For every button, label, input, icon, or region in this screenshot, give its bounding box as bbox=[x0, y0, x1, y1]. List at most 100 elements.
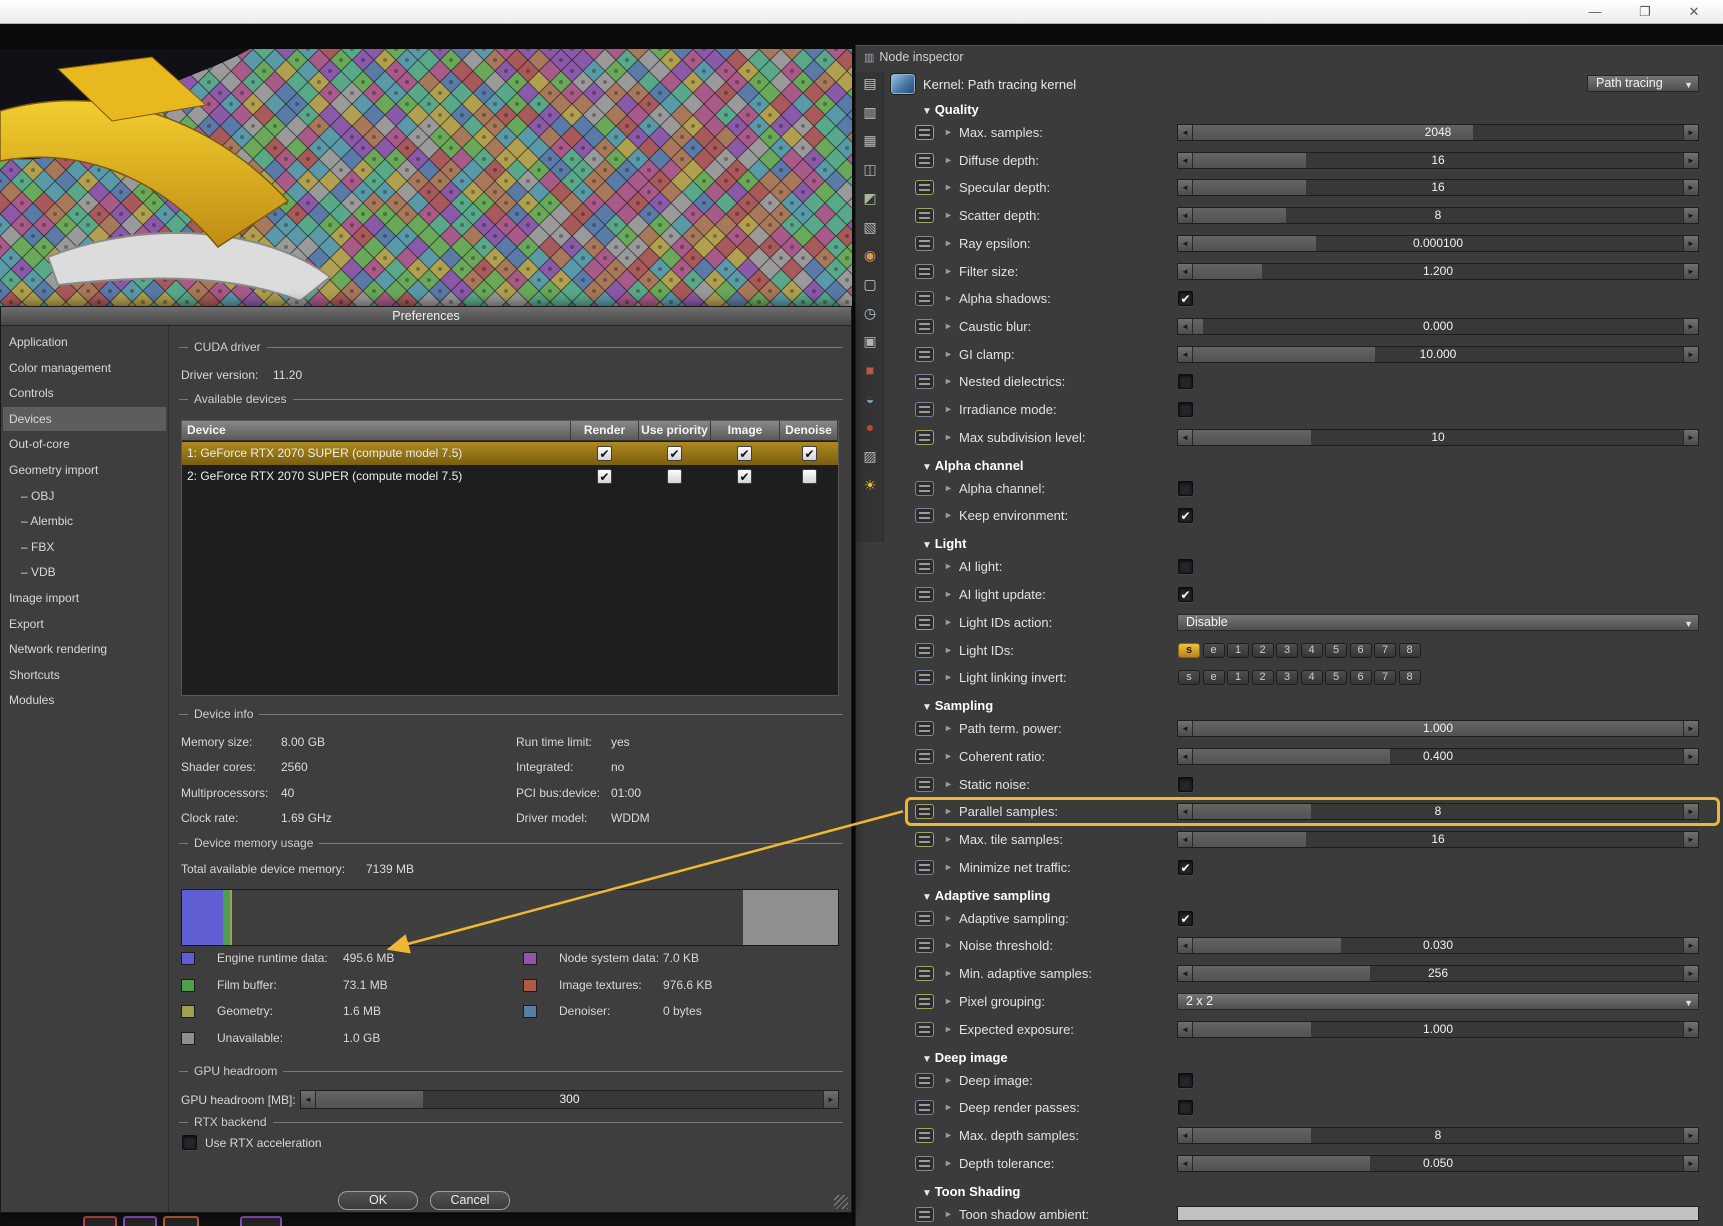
light-id-button-light-ids-5[interactable]: 5 bbox=[1325, 642, 1347, 658]
slider-path-term-power[interactable]: ◄ ► 1.000 bbox=[1177, 720, 1699, 738]
expander-icon[interactable]: ► bbox=[944, 182, 953, 192]
expander-icon[interactable]: ► bbox=[944, 561, 953, 571]
expander-icon[interactable]: ► bbox=[944, 968, 953, 978]
dropdown-light-ids-action[interactable]: Disable ▼ bbox=[1177, 613, 1699, 631]
node-pin-icon[interactable] bbox=[915, 429, 934, 445]
dialog-title[interactable]: Preferences bbox=[1, 307, 851, 326]
node-pin-icon[interactable] bbox=[915, 508, 934, 524]
node-pin-icon[interactable] bbox=[915, 1155, 934, 1171]
slider-decrement-arrow[interactable]: ◄ bbox=[1178, 804, 1193, 820]
light-id-button-light-ids-s[interactable]: s bbox=[1178, 642, 1200, 658]
expander-icon[interactable]: ► bbox=[944, 1158, 953, 1168]
resize-grip[interactable] bbox=[834, 1195, 848, 1209]
slider-increment-arrow[interactable]: ► bbox=[823, 1091, 838, 1108]
gpu-headroom-slider[interactable]: ◄ ► 300 bbox=[300, 1090, 839, 1109]
slider-increment-arrow[interactable]: ► bbox=[1683, 208, 1698, 224]
slider-filter-size[interactable]: ◄ ► 1.200 bbox=[1177, 262, 1699, 280]
sidebar-item-network-rendering[interactable]: Network rendering bbox=[3, 637, 166, 661]
node-pin-icon[interactable] bbox=[915, 180, 934, 196]
cancel-button[interactable]: Cancel bbox=[430, 1191, 510, 1210]
slider-increment-arrow[interactable]: ► bbox=[1683, 1021, 1698, 1037]
slider-decrement-arrow[interactable]: ◄ bbox=[1178, 721, 1193, 737]
expander-icon[interactable]: ► bbox=[944, 779, 953, 789]
slider-increment-arrow[interactable]: ► bbox=[1683, 180, 1698, 196]
section-header-sampling[interactable]: Sampling bbox=[922, 698, 994, 715]
section-header-adaptive-sampling[interactable]: Adaptive sampling bbox=[922, 888, 1051, 905]
slider-increment-arrow[interactable]: ► bbox=[1683, 429, 1698, 445]
node-pin-icon[interactable] bbox=[915, 235, 934, 251]
slider-decrement-arrow[interactable]: ◄ bbox=[1178, 1155, 1193, 1171]
device-image-checkbox[interactable]: ✔ bbox=[737, 469, 752, 484]
expander-icon[interactable]: ► bbox=[944, 127, 953, 137]
expander-icon[interactable]: ► bbox=[944, 404, 953, 414]
light-id-button-light-linking-invert-5[interactable]: 5 bbox=[1325, 670, 1347, 686]
slider-decrement-arrow[interactable]: ◄ bbox=[1178, 1021, 1193, 1037]
slider-coherent-ratio[interactable]: ◄ ► 0.400 bbox=[1177, 747, 1699, 765]
expander-icon[interactable]: ► bbox=[944, 483, 953, 493]
light-id-button-light-linking-invert-e[interactable]: e bbox=[1202, 670, 1225, 686]
light-id-button-light-ids-3[interactable]: 3 bbox=[1276, 642, 1298, 658]
expander-icon[interactable]: ► bbox=[944, 1102, 953, 1112]
slider-increment-arrow[interactable]: ► bbox=[1683, 938, 1698, 954]
node-pin-icon[interactable] bbox=[915, 208, 934, 224]
light-id-button-light-linking-invert-s[interactable]: s bbox=[1178, 670, 1200, 686]
column-header-render[interactable]: Render bbox=[571, 421, 639, 441]
ok-button[interactable]: OK bbox=[338, 1191, 418, 1210]
render-viewport[interactable] bbox=[0, 49, 852, 306]
close-button[interactable]: ✕ bbox=[1685, 0, 1703, 24]
minimize-button[interactable]: — bbox=[1586, 0, 1604, 24]
node-pin-icon[interactable] bbox=[915, 1100, 934, 1116]
slider-increment-arrow[interactable]: ► bbox=[1683, 152, 1698, 168]
slider-diffuse-depth[interactable]: ◄ ► 16 bbox=[1177, 151, 1699, 169]
node-pin-icon[interactable] bbox=[915, 993, 934, 1009]
sidebar-item-fbx[interactable]: FBX bbox=[3, 535, 166, 559]
slider-ray-epsilon[interactable]: ◄ ► 0.000100 bbox=[1177, 234, 1699, 252]
slider-max-tile-samples[interactable]: ◄ ► 16 bbox=[1177, 831, 1699, 848]
node-pin-icon[interactable] bbox=[915, 804, 934, 820]
slider-min-adaptive-samples[interactable]: ◄ ► 256 bbox=[1177, 965, 1699, 983]
node-pin-icon[interactable] bbox=[915, 614, 934, 630]
slider-decrement-arrow[interactable]: ◄ bbox=[1178, 346, 1193, 362]
slider-increment-arrow[interactable]: ► bbox=[1683, 748, 1698, 764]
node-pin-icon[interactable] bbox=[915, 938, 934, 954]
slider-increment-arrow[interactable]: ► bbox=[1683, 804, 1698, 820]
checkbox-deep-image[interactable] bbox=[1178, 1072, 1193, 1088]
slider-decrement-arrow[interactable]: ◄ bbox=[1178, 938, 1193, 954]
node-graph-node[interactable] bbox=[123, 1216, 157, 1226]
checkbox-ai-light-update[interactable]: ✔ bbox=[1178, 587, 1193, 603]
slider-increment-arrow[interactable]: ► bbox=[1683, 966, 1698, 982]
node-pin-icon[interactable] bbox=[915, 291, 934, 307]
device-denoise-checkbox[interactable] bbox=[802, 469, 817, 484]
expander-icon[interactable]: ► bbox=[944, 349, 953, 359]
light-id-button-light-linking-invert-1[interactable]: 1 bbox=[1227, 670, 1249, 686]
node-pin-icon[interactable] bbox=[915, 670, 934, 686]
node-graph-node[interactable] bbox=[83, 1216, 117, 1226]
slider-expected-exposure[interactable]: ◄ ► 1.000 bbox=[1177, 1020, 1699, 1038]
expander-icon[interactable]: ► bbox=[944, 510, 953, 520]
expander-icon[interactable]: ► bbox=[944, 806, 953, 816]
sidebar-item-alembic[interactable]: Alembic bbox=[3, 509, 166, 533]
slider-decrement-arrow[interactable]: ◄ bbox=[1178, 966, 1193, 982]
section-header-light[interactable]: Light bbox=[922, 536, 967, 553]
sidebar-item-devices[interactable]: Devices bbox=[3, 406, 166, 431]
checkbox-minimize-net-traffic[interactable]: ✔ bbox=[1178, 859, 1193, 875]
expander-icon[interactable]: ► bbox=[944, 996, 953, 1006]
slider-parallel-samples[interactable]: ◄ ► 8 bbox=[1177, 803, 1699, 821]
expander-icon[interactable]: ► bbox=[944, 210, 953, 220]
light-id-button-light-ids-e[interactable]: e bbox=[1202, 642, 1225, 658]
section-header-quality[interactable]: Quality bbox=[922, 102, 979, 119]
slider-decrement-arrow[interactable]: ◄ bbox=[1178, 318, 1193, 334]
expander-icon[interactable]: ► bbox=[944, 293, 953, 303]
column-header-denoise[interactable]: Denoise bbox=[780, 421, 838, 441]
light-id-button-light-ids-6[interactable]: 6 bbox=[1349, 642, 1372, 658]
slider-max-depth-samples[interactable]: ◄ ► 8 bbox=[1177, 1126, 1699, 1144]
light-id-button-light-linking-invert-2[interactable]: 2 bbox=[1251, 670, 1274, 686]
section-header-toon-shading[interactable]: Toon Shading bbox=[922, 1184, 1021, 1201]
color-swatch-toon-shadow-ambient[interactable] bbox=[1177, 1205, 1699, 1221]
light-id-button-light-ids-7[interactable]: 7 bbox=[1374, 642, 1396, 658]
slider-specular-depth[interactable]: ◄ ► 16 bbox=[1177, 179, 1699, 197]
sidebar-item-out-of-core[interactable]: Out-of-core bbox=[3, 432, 166, 456]
slider-depth-tolerance[interactable]: ◄ ► 0.050 bbox=[1177, 1154, 1699, 1172]
rtx-acceleration-checkbox[interactable] bbox=[182, 1135, 197, 1150]
column-header-device[interactable]: Device bbox=[182, 421, 571, 441]
